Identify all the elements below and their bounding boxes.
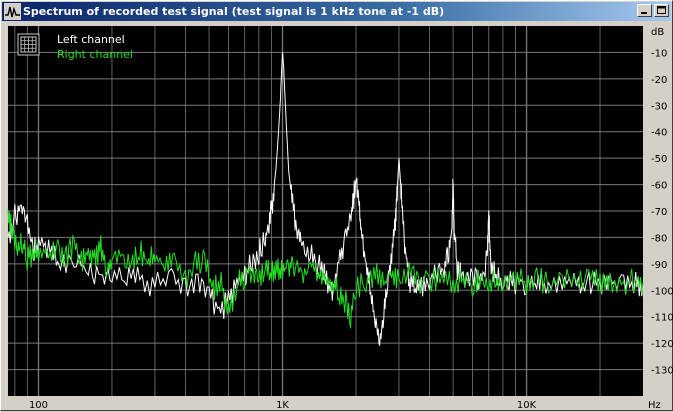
y-tick-label: -50 [651,154,667,165]
y-tick-label: -40 [651,128,667,139]
y-unit-label: dB [651,27,664,38]
legend-right-channel: Right channel [57,48,133,61]
legend-grid-icon[interactable] [17,33,40,56]
y-tick-label: -80 [651,233,667,244]
x-tick-label: 1K [276,400,289,411]
legend-left-channel: Left channel [57,33,125,46]
y-tick-label: -10 [651,48,667,59]
y-tick-label: -60 [651,181,667,192]
y-tick-label: -90 [651,260,667,271]
x-unit-label: Hz [648,400,661,411]
y-tick-label: -20 [651,75,667,86]
y-tick-label: -100 [651,286,673,297]
y-tick-label: -30 [651,101,667,112]
y-tick-label: -70 [651,207,667,218]
spectrum-window: Spectrum of recorded test signal (test s… [0,0,673,411]
x-tick-label: 100 [29,400,48,411]
y-tick-label: -120 [651,339,673,350]
spectrum-chart: -10 -20 -30 -40 -50 -60 -70 -80 -90 -100 -110 -120 -… [7,26,673,411]
y-tick-label: -110 [651,313,673,324]
x-tick-label: 10K [517,400,537,411]
y-tick-label: -130 [651,366,673,377]
